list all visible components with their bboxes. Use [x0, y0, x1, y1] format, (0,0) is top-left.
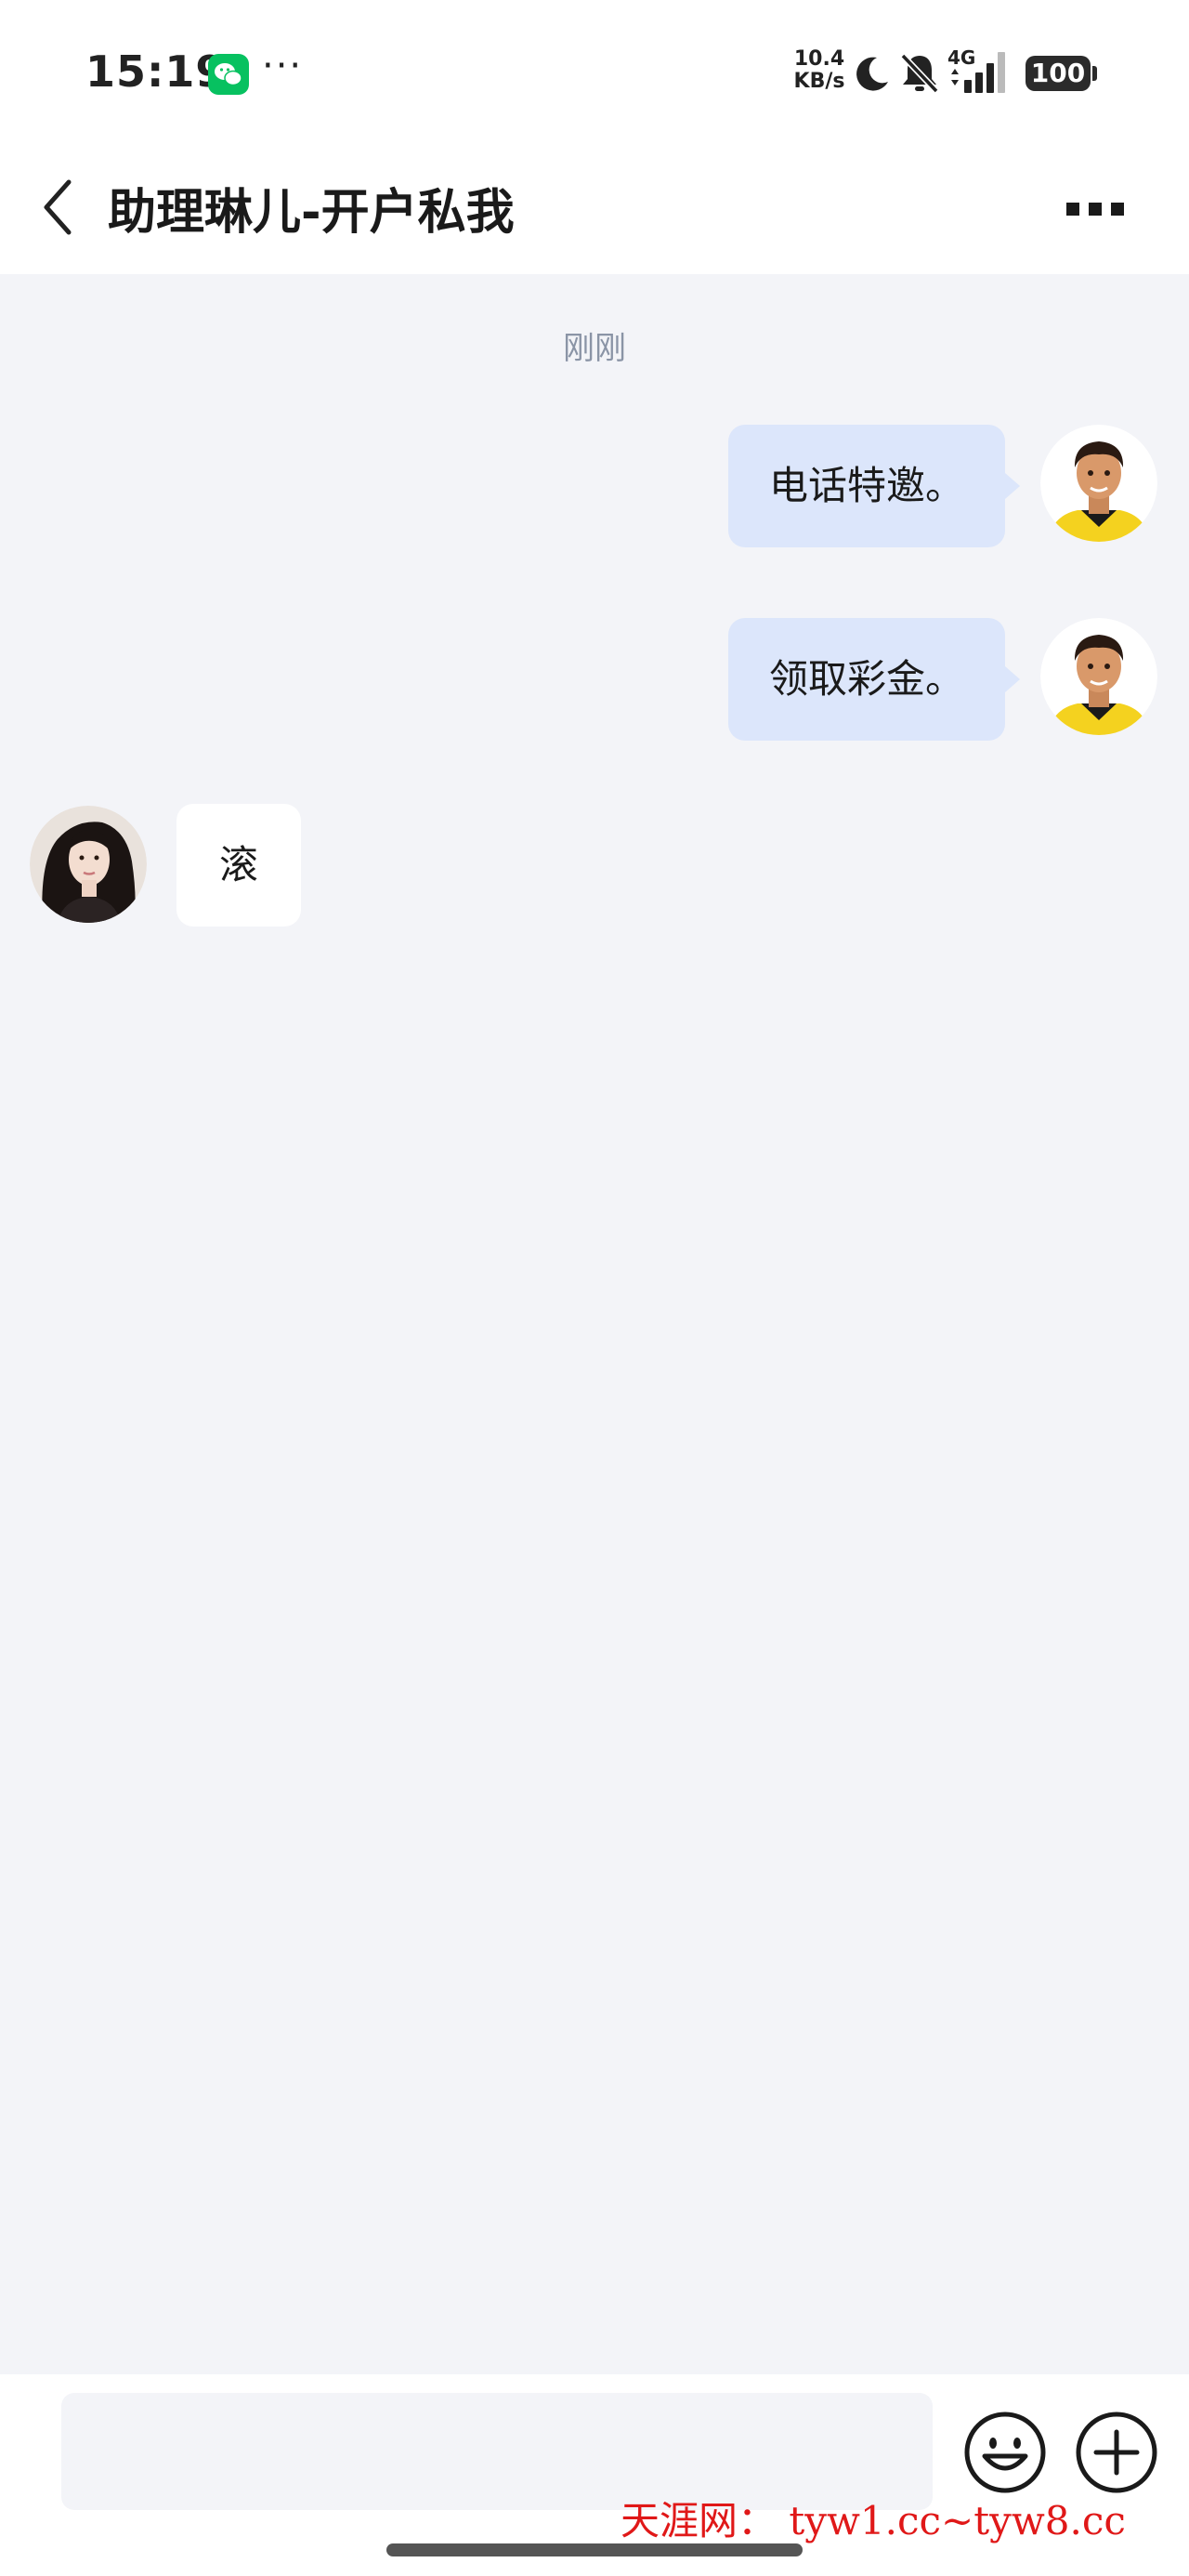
chat-header: 助理琳儿-开户私我: [0, 139, 1189, 274]
more-dots-icon[interactable]: [1059, 195, 1133, 223]
network-speed: 10.4 KB/s: [791, 48, 847, 93]
wechat-icon: [208, 54, 249, 95]
home-indicator[interactable]: [386, 2543, 803, 2556]
outgoing-message-bubble[interactable]: 领取彩金。: [727, 618, 1021, 741]
contact-avatar[interactable]: [30, 806, 147, 923]
status-more-indicator: ···: [262, 45, 304, 87]
self-avatar[interactable]: [1040, 618, 1157, 735]
incoming-message-bubble[interactable]: 滚: [176, 804, 302, 927]
status-bar: 15:19 ··· 10.4 KB/s 4G 100: [0, 0, 1189, 139]
smiley-icon[interactable]: [962, 2410, 1048, 2495]
plus-circle-icon[interactable]: [1074, 2410, 1159, 2495]
chat-title: 助理琳儿-开户私我: [108, 185, 515, 241]
battery-tip: [1092, 66, 1097, 81]
bell-off-icon: [900, 53, 939, 94]
message-timestamp: 刚刚: [563, 330, 626, 367]
status-time: 15:19: [85, 46, 227, 97]
network-speed-value: 10.4: [793, 47, 845, 71]
network-speed-unit: KB/s: [793, 70, 845, 93]
moon-icon: [856, 57, 888, 91]
watermark-text: 天涯网： tyw1.cc~tyw8.cc: [621, 2498, 1126, 2543]
outgoing-message-bubble[interactable]: 电话特邀。: [727, 425, 1021, 547]
message-list[interactable]: 刚刚 电话特邀。 领取彩金。 滚: [0, 274, 1189, 2374]
self-avatar[interactable]: [1040, 425, 1157, 542]
signal-icon: [951, 52, 1005, 93]
message-input-bar: 天涯网： tyw1.cc~tyw8.cc: [0, 2374, 1189, 2576]
chevron-left-icon[interactable]: [33, 175, 82, 240]
battery-indicator: 100: [1026, 56, 1091, 91]
